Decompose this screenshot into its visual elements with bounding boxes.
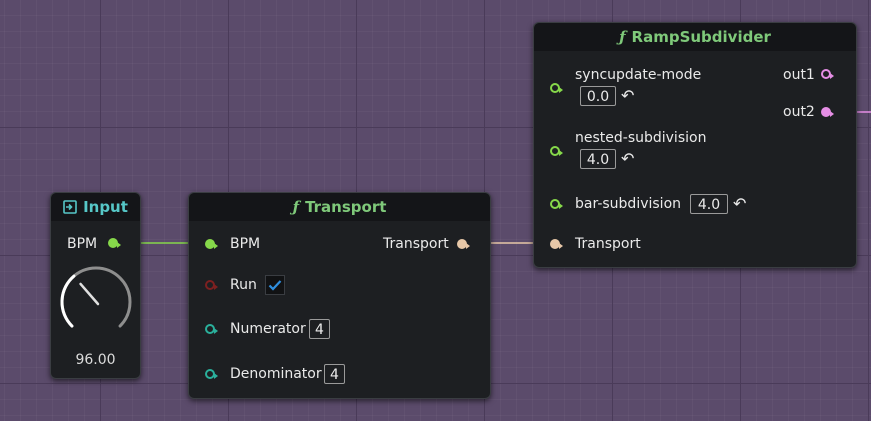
input-node-header[interactable]: Input <box>51 193 140 221</box>
bar-subdivision-reset-icon[interactable]: ↶ <box>733 196 746 212</box>
nested-subdivision-label: nested-subdivision <box>575 130 707 146</box>
transport-run-input-pin[interactable] <box>205 280 218 290</box>
run-checkbox[interactable] <box>265 275 285 295</box>
function-icon: ƒ <box>292 198 300 216</box>
syncupdate-mode-label: syncupdate-mode <box>575 67 702 83</box>
transport-denominator-label: Denominator <box>230 366 322 382</box>
input-bpm-label: BPM <box>67 236 98 252</box>
ramp-transport-label: Transport <box>575 236 641 252</box>
syncupdate-reset-icon[interactable]: ↶ <box>621 88 634 104</box>
bar-subdivision-value-field[interactable]: 4.0 <box>690 194 728 214</box>
transport-output-pin[interactable] <box>457 239 470 249</box>
checkmark-icon <box>268 280 282 291</box>
bpm-knob[interactable] <box>59 265 133 329</box>
transport-numerator-label: Numerator <box>230 321 306 337</box>
input-node[interactable]: Input BPM 96.00 <box>50 192 141 379</box>
bar-subdivision-label: bar-subdivision <box>575 196 682 212</box>
transport-output-label: Transport <box>383 236 449 252</box>
ramp-subdivider-node-header[interactable]: ƒ RampSubdivider <box>534 23 856 51</box>
numerator-value-field[interactable]: 4 <box>309 319 330 339</box>
syncupdate-mode-input-pin[interactable] <box>550 83 563 93</box>
out2-output-pin[interactable] <box>821 107 834 117</box>
bar-subdivision-input-pin[interactable] <box>550 199 563 209</box>
function-icon: ƒ <box>619 28 626 46</box>
out2-label: out2 <box>783 104 815 120</box>
transport-bpm-input-pin[interactable] <box>205 239 218 249</box>
input-bpm-output-pin[interactable] <box>108 238 121 248</box>
transport-node[interactable]: ƒ Transport BPM Run Numerator 4 Denomina… <box>188 192 491 399</box>
syncupdate-mode-value-field[interactable]: 0.0 <box>580 86 616 106</box>
denominator-value-field[interactable]: 4 <box>324 364 345 384</box>
ramp-subdivider-node[interactable]: ƒ RampSubdivider syncupdate-mode 0.0 ↶ n… <box>533 22 857 268</box>
transport-numerator-input-pin[interactable] <box>205 324 218 334</box>
transport-denominator-input-pin[interactable] <box>205 369 218 379</box>
transport-node-header[interactable]: ƒ Transport <box>189 193 490 221</box>
out1-output-pin[interactable] <box>821 69 834 79</box>
nested-subdivision-value-field[interactable]: 4.0 <box>580 149 616 169</box>
bpm-knob-value: 96.00 <box>75 352 116 368</box>
ramp-transport-input-pin[interactable] <box>550 239 563 249</box>
input-node-title: Input <box>83 198 128 216</box>
ramp-subdivider-node-title: RampSubdivider <box>631 28 771 46</box>
nested-subdivision-reset-icon[interactable]: ↶ <box>621 151 634 167</box>
transport-node-title: Transport <box>305 198 387 216</box>
out1-label: out1 <box>783 67 815 83</box>
transport-bpm-label: BPM <box>230 236 261 252</box>
transport-run-label: Run <box>230 277 257 293</box>
input-arrow-icon <box>63 200 77 214</box>
nested-subdivision-input-pin[interactable] <box>550 146 563 156</box>
